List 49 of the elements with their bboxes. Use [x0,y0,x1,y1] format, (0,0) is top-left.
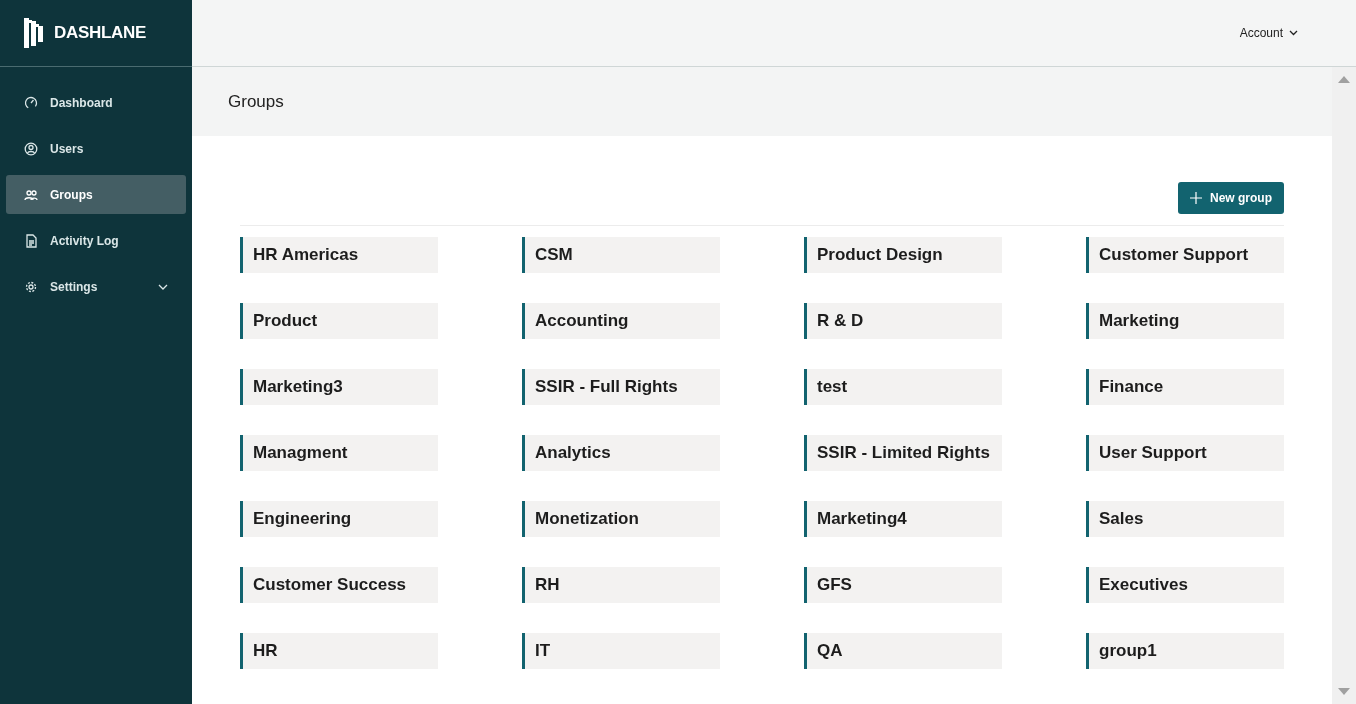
group-tile[interactable]: Marketing3 [240,369,438,405]
group-tile[interactable]: R & D [804,303,1002,339]
chevron-icon [1289,30,1298,36]
sidebar-item[interactable]: Settings [6,267,186,306]
people-icon [24,187,38,202]
group-tile[interactable]: Product Design [804,237,1002,273]
group-tile[interactable]: HR [240,633,438,669]
group-tile[interactable]: Engineering [240,501,438,537]
group-tile[interactable]: Customer Support [1086,237,1284,273]
group-tile[interactable]: Analytics [522,435,720,471]
chevron-icon [158,283,168,290]
group-tile[interactable]: Monetization [522,501,720,537]
user-icon [24,141,38,156]
gauge-icon [24,95,38,110]
group-tile[interactable]: QA [804,633,1002,669]
new-group-button[interactable]: New group [1178,182,1284,214]
brand-name: DASHLANE [54,22,147,45]
plus-icon [1190,192,1202,204]
group-tile[interactable]: SSIR - Full Rights [522,369,720,405]
logo-icon [24,18,46,48]
group-tile[interactable]: Marketing [1086,303,1284,339]
group-tile[interactable]: Finance [1086,369,1284,405]
group-tile[interactable]: IT [522,633,720,669]
document-icon [24,233,38,248]
sidebar-item[interactable]: Dashboard [6,83,186,122]
group-tile[interactable]: RH [522,567,720,603]
group-tile[interactable]: User Support [1086,435,1284,471]
sidebar-item[interactable]: Users [6,129,186,168]
scroll-down-icon[interactable] [1338,688,1350,696]
group-tile[interactable]: Accounting [522,303,720,339]
scroll-up-icon[interactable] [1338,75,1350,83]
scrollbar[interactable] [1332,67,1356,704]
account-menu[interactable]: Account [1233,23,1304,43]
sidebar-item[interactable]: Groups [6,175,186,214]
group-tile[interactable]: CSM [522,237,720,273]
group-tile[interactable]: Customer Success [240,567,438,603]
group-tile[interactable]: GFS [804,567,1002,603]
group-tile[interactable]: Marketing4 [804,501,1002,537]
group-tile[interactable]: Product [240,303,438,339]
gear-icon [24,279,38,294]
group-tile[interactable]: SSIR - Limited Rights [804,435,1002,471]
group-tile[interactable]: test [804,369,1002,405]
group-tile[interactable]: Executives [1086,567,1284,603]
page-title: Groups [228,90,284,113]
group-tile[interactable]: group1 [1086,633,1284,669]
sidebar-item[interactable]: Activity Log [6,221,186,260]
group-tile[interactable]: Managment [240,435,438,471]
group-tile[interactable]: Sales [1086,501,1284,537]
group-tile[interactable]: HR Americas [240,237,438,273]
